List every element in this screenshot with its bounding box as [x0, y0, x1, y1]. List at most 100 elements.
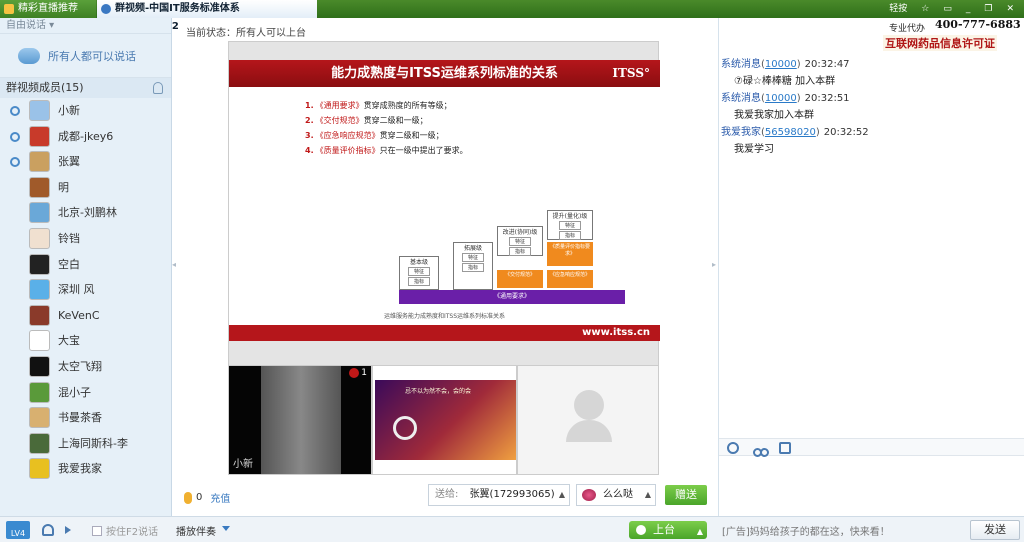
member-item[interactable]: 小新 [0, 98, 171, 124]
send-to-select[interactable]: 送给: 张翼(172993065) ▲ [428, 484, 570, 506]
stage-icon [636, 525, 646, 535]
avatar [29, 253, 50, 275]
avatar [29, 458, 50, 480]
member-item[interactable]: 明 [0, 175, 171, 201]
flower-icon [582, 489, 596, 501]
gift-name: 么么哒 [603, 489, 633, 500]
favorite-icon[interactable]: ☆ [915, 0, 935, 18]
dropdown-icon: ▲ [558, 490, 565, 499]
member-name: 北京-刘鹏林 [58, 206, 117, 220]
tab-live-recommend[interactable]: 精彩直播推荐 [0, 0, 96, 18]
speaker-icon[interactable] [65, 526, 71, 534]
member-name: 张翼 [58, 155, 80, 169]
stair-level-4: 提升(量化)级 特征 指标 [547, 210, 593, 240]
sender-id-link[interactable]: 10000 [765, 93, 797, 104]
sender-name[interactable]: 系统消息 [721, 59, 761, 70]
slide-title: 能力成熟度与ITSS运维系列标准的关系 [331, 66, 558, 81]
member-name: 我爱我家 [58, 462, 102, 476]
member-name: 混小子 [58, 385, 91, 399]
stair-level-3: 改进(协同)级 特征 指标 [497, 226, 543, 256]
member-item[interactable]: 我爱我家 [0, 456, 171, 482]
avatar [29, 202, 50, 224]
member-item[interactable]: 书曼茶香 [0, 405, 171, 431]
message-header: 我爱我家(56598020) 20:32:52 [721, 127, 869, 138]
speak-mode-select[interactable]: 自由说话 ▾ [0, 18, 171, 34]
image-icon[interactable] [779, 442, 791, 454]
banner-phone: 400-777-6883 [935, 18, 1021, 31]
sender-id-link[interactable]: 10000 [765, 59, 797, 70]
video-overlay-text: 忌不以为然不会，会的会 [405, 388, 472, 395]
banner-text: 专业代办 [889, 24, 926, 34]
slide-list-item: 3. 《应急响应规范》贯穿二级和一级； [305, 131, 444, 140]
emoji-icon[interactable] [727, 442, 739, 454]
sender-name[interactable]: 系统消息 [721, 93, 761, 104]
message-time: 20:32:51 [804, 93, 850, 104]
current-state: 当前状态：所有人可以上台 [186, 28, 306, 39]
title-bar: 精彩直播推荐 群视频-中国IT服务标准体系ITSS(21542747) 轻按 ☆… [0, 0, 1024, 32]
tab-group-video[interactable]: 群视频-中国IT服务标准体系ITSS(21542747) [97, 0, 317, 32]
f2-label: 按住F2说话 [106, 527, 159, 538]
gift-select[interactable]: 么么哒 ▲ [576, 484, 656, 506]
orange-box: 《应急响应规范》 [547, 270, 593, 288]
message-body: 我爱学习 [734, 144, 774, 155]
skin-icon[interactable]: ▭ [937, 0, 958, 18]
itss-logo: ITSS° [612, 66, 650, 80]
member-name: 成都-jkey6 [58, 129, 114, 143]
sender-id-link[interactable]: 56598020 [765, 127, 816, 138]
chat-message: 系统消息(10000) 20:32:47 ⑦碌☆棒棒糖 加入本群 [721, 56, 1017, 90]
member-item[interactable]: 深圳 风 [0, 277, 171, 303]
everyone-can-speak[interactable]: 所有人都可以说话 [0, 34, 171, 78]
member-item[interactable]: 太空飞翔 [0, 354, 171, 380]
member-item[interactable]: 上海同斯科-李 [0, 431, 171, 457]
dropdown-icon: ▲ [696, 527, 703, 536]
everyone-label: 所有人都可以说话 [48, 49, 136, 63]
slide-caption: 运维服务能力成熟度和ITSS运维系列标准关系 [383, 313, 506, 320]
credit-count: 0 [196, 492, 203, 503]
member-item[interactable]: 大宝 [0, 328, 171, 354]
avatar [29, 381, 50, 403]
host-role-icon [10, 157, 20, 168]
member-item[interactable]: KeVenC [0, 303, 171, 329]
light-button[interactable]: 轻按 [883, 0, 913, 18]
member-item[interactable]: 空白 [0, 252, 171, 278]
recharge-link[interactable]: 充值 [210, 490, 230, 505]
video-slot-3[interactable] [517, 365, 659, 475]
member-name: 小新 [58, 104, 80, 117]
member-item[interactable]: 铃铛 [0, 226, 171, 252]
slide-list-item: 2. 《交付规范》贯穿二级和一级； [305, 116, 428, 125]
person-icon[interactable] [153, 82, 163, 94]
message-time: 20:32:52 [823, 127, 869, 138]
message-header: 系统消息(10000) 20:32:47 [721, 59, 850, 70]
sender-name[interactable]: 我爱我家 [721, 127, 761, 138]
minimize-icon[interactable]: _ [960, 0, 977, 18]
chevron-down-icon[interactable] [222, 526, 230, 531]
restore-icon[interactable]: ❐ [978, 0, 998, 18]
accompaniment-button[interactable]: 播放伴奏 [176, 523, 216, 538]
member-item[interactable]: 北京-刘鹏林 [0, 200, 171, 226]
f2-checkbox[interactable] [92, 525, 102, 536]
message-body: ⑦碌☆棒棒糖 加入本群 [734, 76, 836, 87]
tab-label: 精彩直播推荐 [18, 3, 78, 14]
member-item[interactable]: 成都-jkey6 [0, 124, 171, 150]
ad-banner[interactable]: 专业代办 400-777-6883 互联网药品信息许可证 [881, 18, 1024, 51]
spinner-icon [393, 416, 417, 440]
send-to-label: 送给: [435, 489, 459, 500]
member-name: 大宝 [58, 334, 80, 348]
banner-text: 互联网药品信息许可证 [883, 35, 997, 51]
f2-toggle[interactable]: 按住F2说话 [92, 523, 158, 538]
close-icon[interactable]: ✕ [1000, 0, 1020, 18]
member-item[interactable]: 混小子 [0, 380, 171, 406]
avatar-placeholder-body [566, 420, 612, 442]
credit-balance: 0 充值 [184, 490, 230, 505]
window-controls: 轻按 ☆ ▭ _ ❐ ✕ [883, 0, 1024, 18]
go-on-stage-button[interactable]: 上台 ▲ [629, 521, 707, 539]
microphone-icon[interactable] [42, 524, 54, 536]
avatar [29, 227, 50, 249]
video-slot-1[interactable]: 1 小新 [228, 365, 372, 475]
member-item[interactable]: 张翼 [0, 149, 171, 175]
send-button[interactable]: 发送 [970, 520, 1020, 540]
ad-text[interactable]: [广告]妈妈给孩子的都在这，快来看！ [722, 523, 890, 538]
scissors-icon[interactable] [753, 442, 769, 457]
gift-button[interactable]: 赠送 [665, 485, 707, 505]
video-slot-2[interactable]: 忌不以为然不会，会的会 [372, 365, 517, 475]
